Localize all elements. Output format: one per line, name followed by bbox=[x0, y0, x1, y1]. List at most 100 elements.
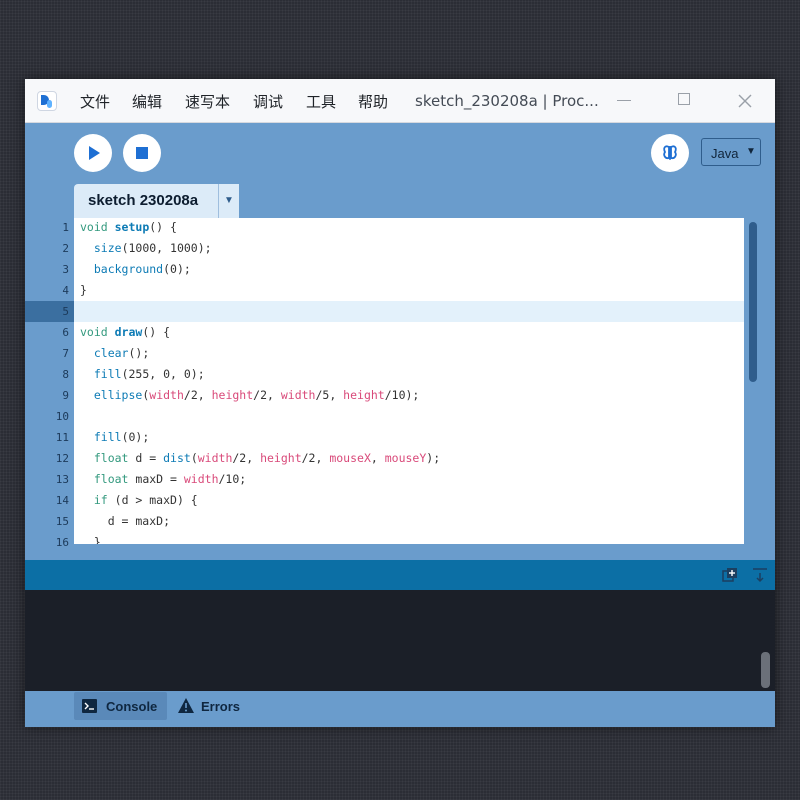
code-token: (); bbox=[128, 346, 150, 360]
code-token: ellipse bbox=[93, 388, 143, 402]
stop-icon bbox=[136, 147, 148, 159]
debugger-button[interactable] bbox=[651, 134, 689, 172]
code-token: /5, bbox=[315, 388, 344, 402]
code-token: , bbox=[370, 451, 385, 465]
line-number: 8 bbox=[62, 368, 69, 381]
code-token: width bbox=[280, 388, 316, 402]
mode-label: Java bbox=[711, 146, 739, 161]
menu-file[interactable]: 文件 bbox=[80, 91, 110, 112]
line-number: 13 bbox=[55, 473, 69, 486]
code-token: (0); bbox=[121, 430, 150, 444]
line-number: 4 bbox=[62, 284, 69, 297]
butterfly-debug-icon bbox=[663, 145, 677, 160]
line-number: 11 bbox=[55, 431, 69, 444]
line-number: 7 bbox=[62, 347, 69, 360]
tab-errors[interactable]: Errors bbox=[175, 692, 255, 720]
code-token: d = maxD; bbox=[80, 514, 171, 528]
code-token: float bbox=[93, 451, 129, 465]
line-number: 9 bbox=[62, 389, 69, 402]
menu-tools[interactable]: 工具 bbox=[306, 91, 336, 112]
processing-logo-icon bbox=[37, 91, 57, 111]
code-token: ( bbox=[190, 451, 198, 465]
code-token: size bbox=[93, 241, 122, 255]
code-token: background bbox=[93, 262, 164, 276]
tab-menu-button[interactable]: ▼ bbox=[218, 184, 239, 218]
code-line: d = maxD; bbox=[80, 511, 170, 532]
tab-console[interactable]: Console bbox=[74, 692, 167, 720]
code-line: void setup() { bbox=[80, 218, 177, 238]
code-token: /10); bbox=[384, 388, 420, 402]
minimize-button[interactable] bbox=[613, 89, 637, 113]
stop-button[interactable] bbox=[123, 134, 161, 172]
bottom-bar: Console Errors bbox=[25, 691, 775, 727]
close-button[interactable] bbox=[733, 89, 757, 113]
code-token: float bbox=[93, 472, 129, 486]
code-token: draw bbox=[114, 325, 143, 339]
code-line: void draw() { bbox=[80, 322, 170, 343]
code-token: (1000, 1000); bbox=[121, 241, 212, 255]
code-line: ellipse(width/2, height/2, width/5, heig… bbox=[80, 385, 419, 406]
code-token: mouseY bbox=[384, 451, 427, 465]
code-token: width bbox=[183, 472, 219, 486]
code-token: /10; bbox=[218, 472, 247, 486]
run-button[interactable] bbox=[74, 134, 112, 172]
editor-scrollbar[interactable] bbox=[744, 218, 761, 544]
line-number-gutter: 1 2 3 4 5 6 7 8 9 10 11 12 13 14 15 16 bbox=[25, 218, 74, 549]
code-line: fill(0); bbox=[80, 427, 149, 448]
menu-sketch[interactable]: 速写本 bbox=[185, 91, 230, 112]
code-line: } bbox=[80, 280, 87, 301]
code-token: void bbox=[80, 325, 115, 339]
code-token: width bbox=[149, 388, 184, 402]
maximize-button[interactable] bbox=[673, 89, 697, 113]
code-token: clear bbox=[93, 346, 129, 360]
code-editor[interactable]: void setup() { size(1000, 1000); backgro… bbox=[74, 218, 744, 544]
line-number: 2 bbox=[62, 242, 69, 255]
code-token: () { bbox=[142, 325, 171, 339]
code-token: dist bbox=[163, 451, 191, 465]
line-number: 15 bbox=[55, 515, 69, 528]
line-number: 10 bbox=[55, 410, 69, 423]
code-token: /2, bbox=[253, 388, 281, 402]
code-token: ); bbox=[426, 451, 441, 465]
code-token: () { bbox=[149, 220, 177, 234]
scroll-to-bottom-icon[interactable] bbox=[751, 566, 769, 584]
code-line: clear(); bbox=[80, 343, 149, 364]
editor-scrollbar-thumb[interactable] bbox=[749, 222, 757, 382]
code-line: fill(255, 0, 0); bbox=[80, 364, 205, 385]
console-tab-label: Console bbox=[106, 699, 158, 714]
line-number: 14 bbox=[55, 494, 69, 507]
code-token: /2, bbox=[232, 451, 261, 465]
copy-console-icon[interactable] bbox=[721, 566, 739, 584]
menu-edit[interactable]: 编辑 bbox=[132, 91, 162, 112]
tab-sketch[interactable]: sketch 230208a bbox=[74, 184, 218, 218]
warning-icon bbox=[178, 698, 194, 713]
code-token: } bbox=[80, 535, 101, 544]
code-token: fill bbox=[93, 430, 122, 444]
menu-help[interactable]: 帮助 bbox=[358, 91, 388, 112]
code-line: background(0); bbox=[80, 259, 191, 280]
line-number: 5 bbox=[62, 305, 69, 318]
code-token: (0); bbox=[163, 262, 191, 276]
console-output[interactable] bbox=[25, 590, 775, 691]
line-number: 16 bbox=[55, 536, 69, 549]
code-line: if (d > maxD) { bbox=[80, 490, 198, 511]
title-bar: 文件 编辑 速写本 调试 工具 帮助 sketch_230208a | Proc… bbox=[25, 79, 775, 123]
line-number: 1 bbox=[62, 221, 69, 234]
code-line: float maxD = width/10; bbox=[80, 469, 246, 490]
code-token: height bbox=[343, 388, 385, 402]
chevron-down-icon: ▼ bbox=[746, 146, 756, 157]
mode-selector[interactable]: Java ▼ bbox=[701, 138, 761, 166]
window-title: sketch_230208a | Proc... bbox=[415, 92, 599, 110]
menu-debug[interactable]: 调试 bbox=[253, 91, 283, 112]
console-scrollbar-thumb[interactable] bbox=[761, 652, 770, 688]
line-number: 12 bbox=[55, 452, 69, 465]
play-icon bbox=[89, 146, 100, 160]
